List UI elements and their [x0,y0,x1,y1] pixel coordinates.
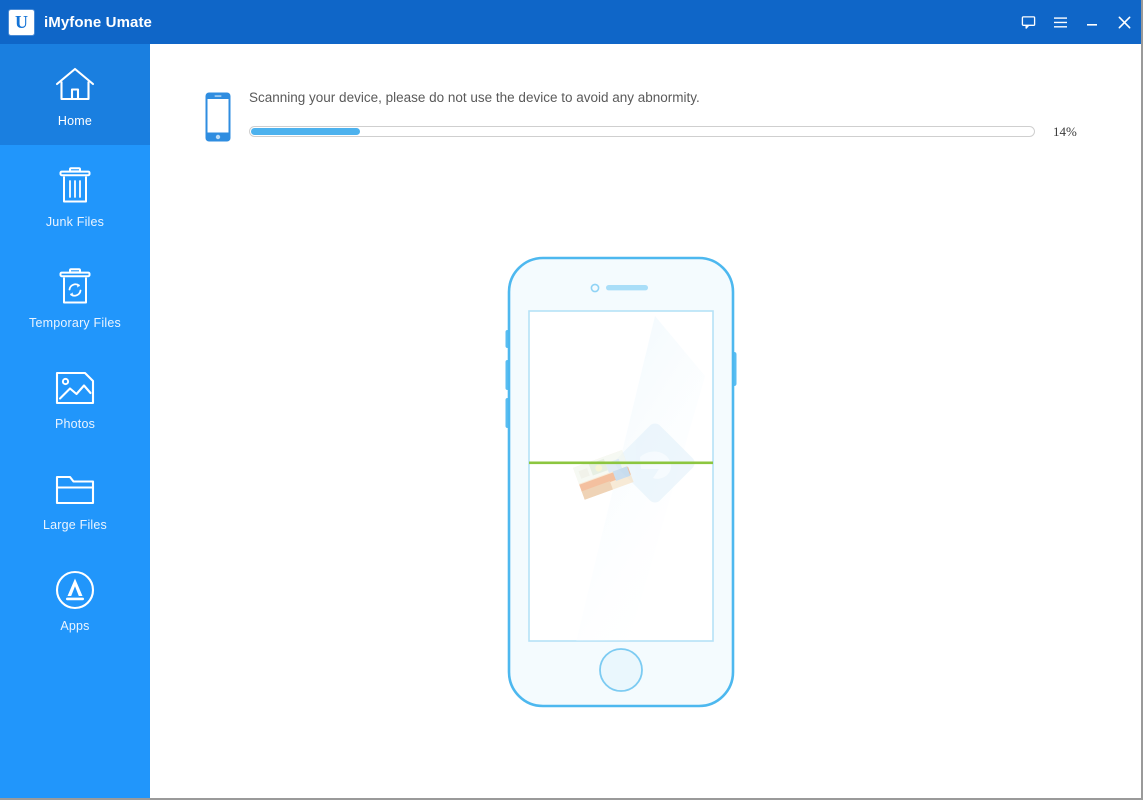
app-logo-letter: U [15,12,28,32]
window-controls [1019,0,1133,44]
trash-icon [52,163,98,209]
app-title: iMyfone Umate [44,13,152,31]
sidebar-item-label: Large Files [42,517,108,532]
sidebar-item-large-files[interactable]: Large Files [0,448,150,549]
app-window: U iMyfone Umate Home Junk Files Temporar… [0,0,1143,800]
sidebar-item-junk-files[interactable]: Junk Files [0,145,150,246]
sidebar-item-label: Home [57,113,93,128]
feedback-icon[interactable] [1019,13,1037,31]
scan-status-row: Scanning your device, please do not use … [205,88,1105,142]
recycle-trash-icon [52,264,98,310]
sidebar-item-apps[interactable]: Apps [0,549,150,650]
scan-progress-fill [251,128,361,135]
home-icon [52,62,98,108]
scanning-phone-illustration [505,256,737,708]
titlebar: U iMyfone Umate [0,0,1141,44]
folder-icon [52,466,98,512]
sidebar-item-home[interactable]: Home [0,44,150,145]
scan-progress-bar[interactable] [249,126,1035,137]
scan-status-body: Scanning your device, please do not use … [249,88,1105,140]
sidebar-item-label: Temporary Files [29,315,121,330]
scan-progress-percent: 14% [1053,123,1077,139]
menu-icon[interactable] [1051,13,1069,31]
brand: U iMyfone Umate [9,9,152,35]
sidebar-item-temporary-files[interactable]: Temporary Files [0,246,150,347]
sidebar-item-label: Junk Files [45,214,105,229]
iphone-icon [205,92,231,142]
progress-row: 14% [249,124,1105,140]
minimize-icon[interactable] [1083,13,1101,31]
sidebar-item-label: Photos [54,416,96,431]
main-content: Scanning your device, please do not use … [150,44,1141,798]
sidebar-item-photos[interactable]: Photos [0,347,150,448]
sidebar: Home Junk Files Temporary Files Photos L… [0,44,150,798]
photo-icon [52,365,98,411]
scan-status-text: Scanning your device, please do not use … [249,90,700,105]
sidebar-item-label: Apps [60,618,90,633]
close-icon[interactable] [1115,13,1133,31]
app-logo-icon: U [9,9,34,35]
app-store-icon [52,567,98,613]
